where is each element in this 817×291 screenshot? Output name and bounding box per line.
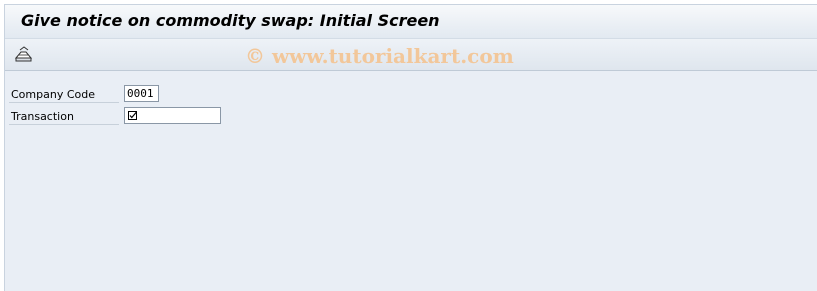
page-title: Give notice on commodity swap: Initial S… (21, 11, 440, 30)
transaction-divider (9, 124, 119, 125)
transaction-input[interactable] (124, 107, 221, 124)
company-code-divider (9, 102, 119, 103)
company-code-input[interactable]: 0001 (124, 85, 159, 102)
watermark-text: © www.tutorialkart.com (245, 44, 514, 68)
company-code-label: Company Code (11, 88, 95, 101)
application-toolbar: © www.tutorialkart.com (5, 39, 817, 71)
selection-screen: Company Code 0001 Transaction (5, 71, 817, 291)
sap-window: Give notice on commodity swap: Initial S… (4, 4, 817, 291)
execute-icon (14, 46, 33, 62)
execute-button[interactable] (14, 46, 34, 64)
checkbox-icon (128, 111, 137, 120)
company-code-row: Company Code 0001 (9, 84, 220, 104)
transaction-row: Transaction (9, 106, 221, 126)
title-bar: Give notice on commodity swap: Initial S… (5, 5, 817, 39)
transaction-label: Transaction (11, 110, 74, 123)
